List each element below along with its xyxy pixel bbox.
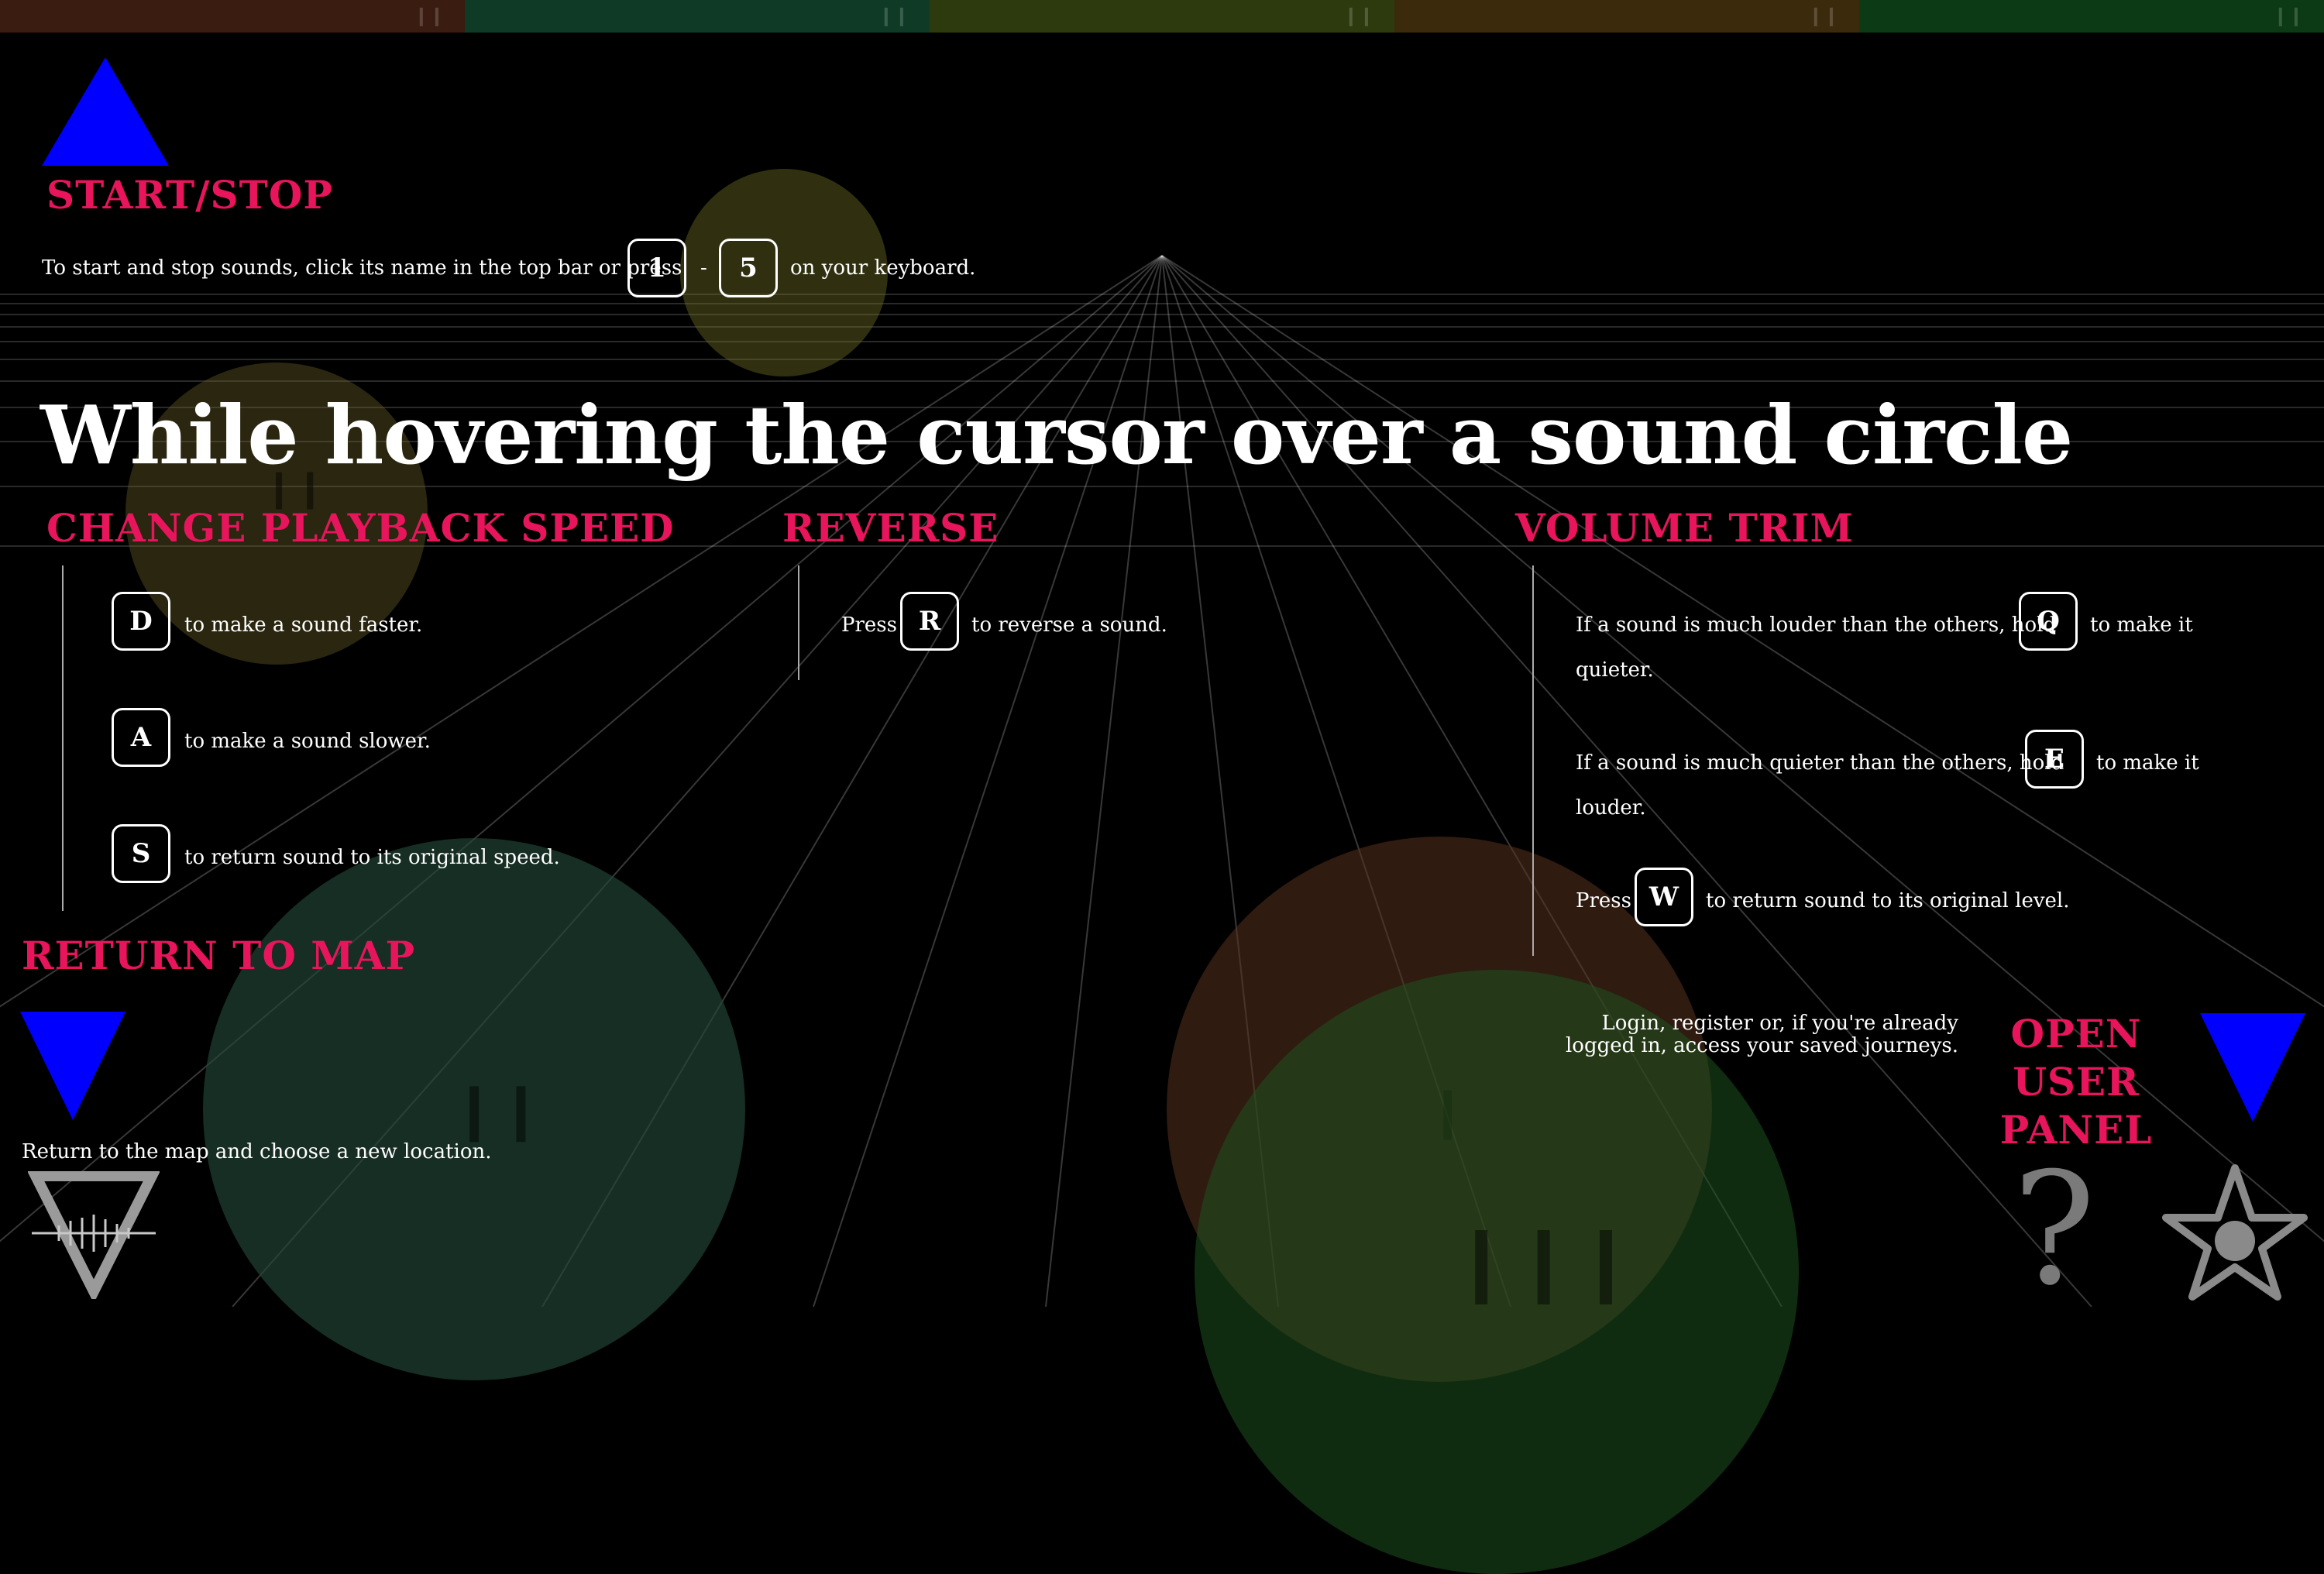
key-w: W [1635,868,1693,926]
key-e: E [2025,730,2084,789]
sound-tab-3[interactable]: ❙❙ [930,0,1394,33]
pause-icon: ❙❙ [413,5,445,26]
pause-icon: ❙❙❙ [1450,1218,1638,1304]
key-5: 5 [719,239,778,297]
page-title: While hovering the cursor over a sound c… [40,387,2073,483]
speed-faster-text: to make a sound faster. [184,613,423,637]
return-map-arrow-icon[interactable] [20,1012,125,1120]
pause-icon: ❙❙ [2272,5,2304,26]
sound-tab-4[interactable]: ❙❙ [1394,0,1859,33]
volume-quieter-text: If a sound is much louder than the other… [1576,613,2057,637]
key-s: S [112,824,170,883]
pause-icon: ❙❙ [1342,5,1374,26]
reverse-heading: REVERSE [782,505,999,551]
start-stop-heading: START/STOP [46,172,333,218]
return-map-heading: RETURN TO MAP [22,933,416,978]
volume-reset-text: to return sound to its original level. [1706,889,2070,912]
user-panel-heading-line-1: OPEN [2010,1011,2142,1057]
return-map-text: Return to the map and choose a new locat… [22,1140,492,1163]
sound-top-bar: ❙❙ ❙❙ ❙❙ ❙❙ ❙❙ [0,0,2324,33]
key-q: Q [2019,592,2078,651]
user-panel-text-2: logged in, access your saved journeys. [1565,1034,1958,1057]
speed-heading: CHANGE PLAYBACK SPEED [46,505,675,551]
start-stop-text-after: on your keyboard. [790,256,976,280]
key-a: A [112,708,170,767]
volume-quieter-line2: quieter. [1576,658,1654,682]
speed-reset-text: to return sound to its original speed. [184,846,560,869]
triangle-waveform-logo-icon[interactable] [28,1171,160,1299]
volume-louder-after: to make it [2096,751,2199,775]
key-d: D [112,592,170,651]
pause-icon: ❙❙ [1807,5,1839,26]
reverse-prefix: Press [841,613,897,637]
question-mark-icon[interactable]: ? [2013,1153,2095,1308]
volume-heading: VOLUME TRIM [1515,505,1854,551]
speed-slower-text: to make a sound slower. [184,730,431,753]
volume-louder-line2: louder. [1576,796,1646,820]
user-panel-heading: OPEN USER PANEL [1983,1010,2169,1154]
start-stop-text: To start and stop sounds, click its name… [42,256,682,280]
reverse-divider [798,565,799,680]
star-icon[interactable] [2161,1162,2309,1301]
volume-quieter-after: to make it [2090,613,2193,637]
reverse-text: to reverse a sound. [971,613,1167,637]
user-panel-arrow-icon[interactable] [2200,1013,2305,1122]
sound-tab-5[interactable]: ❙❙ [1859,0,2324,33]
speed-divider [62,565,64,911]
user-panel-heading-line-2: USER [2013,1059,2140,1105]
volume-divider [1532,565,1534,956]
pause-icon: ❙❙ [878,5,909,26]
sound-tab-2[interactable]: ❙❙ [465,0,930,33]
sound-tab-1[interactable]: ❙❙ [0,0,465,33]
key-1: 1 [627,239,686,297]
key-range-separator: - [700,256,707,280]
start-stop-arrow-icon[interactable] [42,57,169,166]
volume-reset-prefix: Press [1576,889,1631,912]
user-panel-text-1: Login, register or, if you're already [1601,1012,1958,1035]
pause-icon: ❙❙ [451,1077,545,1142]
volume-louder-text: If a sound is much quieter than the othe… [1576,751,2064,775]
key-r: R [900,592,959,651]
